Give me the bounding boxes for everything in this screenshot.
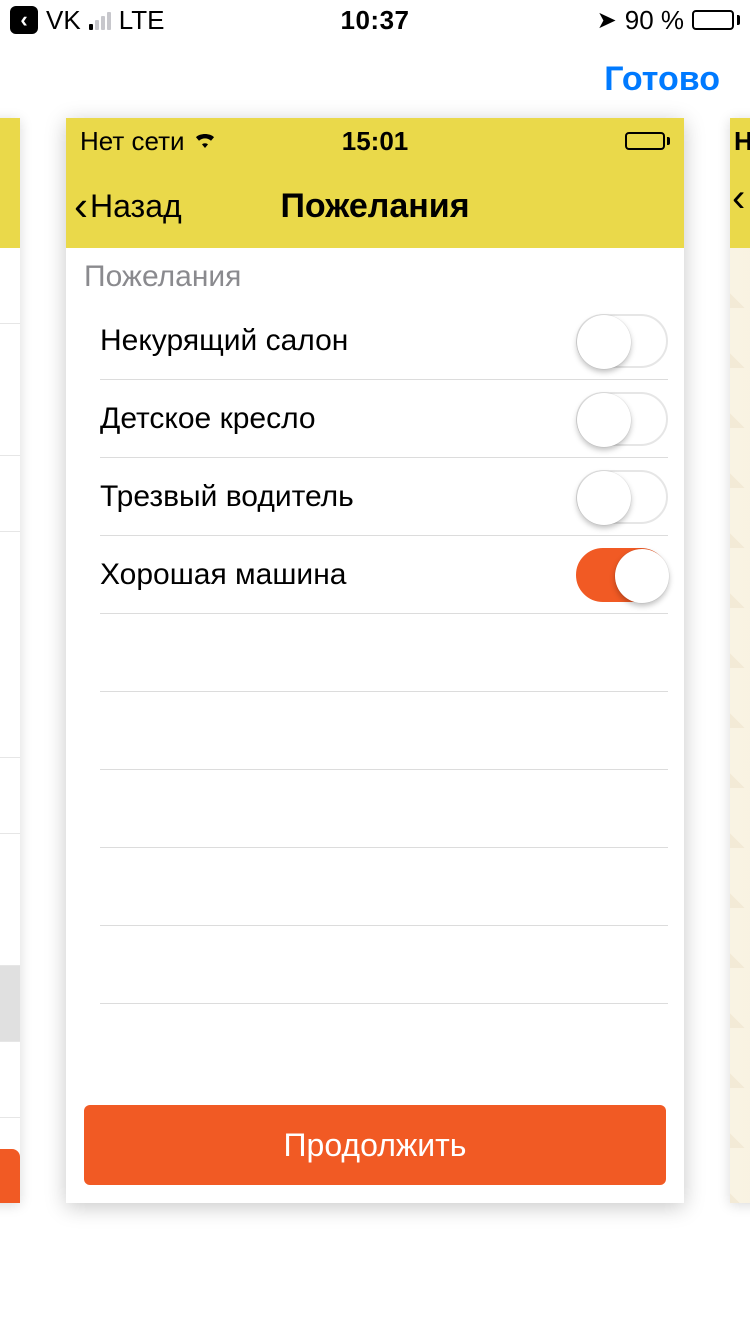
- carousel-card-current: Нет сети 15:01 ‹ Назад Пожелания: [66, 118, 684, 1203]
- inner-nav-bar: ‹ Назад Пожелания: [66, 164, 684, 248]
- inner-battery-icon: [625, 132, 670, 150]
- outer-nav-bar: Готово: [0, 40, 750, 118]
- back-label: Назад: [90, 188, 182, 225]
- outer-clock: 10:37: [0, 5, 750, 36]
- map-icon: [730, 248, 750, 1203]
- inner-carrier: Нет сети: [80, 126, 185, 157]
- option-toggle[interactable]: [576, 548, 668, 602]
- empty-row: [100, 770, 668, 848]
- done-button[interactable]: Готово: [604, 60, 720, 99]
- option-row: Трезвый водитель: [100, 458, 668, 536]
- option-toggle[interactable]: [576, 314, 668, 368]
- back-button[interactable]: ‹ Назад: [66, 185, 182, 227]
- option-toggle[interactable]: [576, 392, 668, 446]
- option-label: Детское кресло: [100, 402, 316, 436]
- options-list: Некурящий салон Детское кресло Трезвый в…: [66, 302, 684, 1004]
- option-toggle[interactable]: [576, 470, 668, 524]
- option-label: Некурящий салон: [100, 324, 348, 358]
- outer-status-bar: ‹ VK LTE 10:37 ➤ 90 %: [0, 0, 750, 40]
- chevron-left-icon: ‹: [74, 185, 88, 227]
- option-label: Хорошая машина: [100, 558, 346, 592]
- screenshot-carousel[interactable]: Н ‹ Нет сети 15:01: [0, 118, 750, 1203]
- carousel-card-next[interactable]: Н ‹: [730, 118, 750, 1203]
- wifi-icon: [193, 128, 217, 154]
- empty-row: [100, 614, 668, 692]
- empty-row: [100, 692, 668, 770]
- inner-status-bar: Нет сети 15:01: [66, 118, 684, 164]
- option-row: Некурящий салон: [100, 302, 668, 380]
- continue-button[interactable]: Продолжить: [84, 1105, 666, 1185]
- option-label: Трезвый водитель: [100, 480, 354, 514]
- empty-row: [100, 926, 668, 1004]
- carousel-card-prev[interactable]: [0, 118, 20, 1203]
- option-row: Хорошая машина: [100, 536, 668, 614]
- option-row: Детское кресло: [100, 380, 668, 458]
- empty-row: [100, 848, 668, 926]
- section-header: Пожелания: [66, 248, 684, 302]
